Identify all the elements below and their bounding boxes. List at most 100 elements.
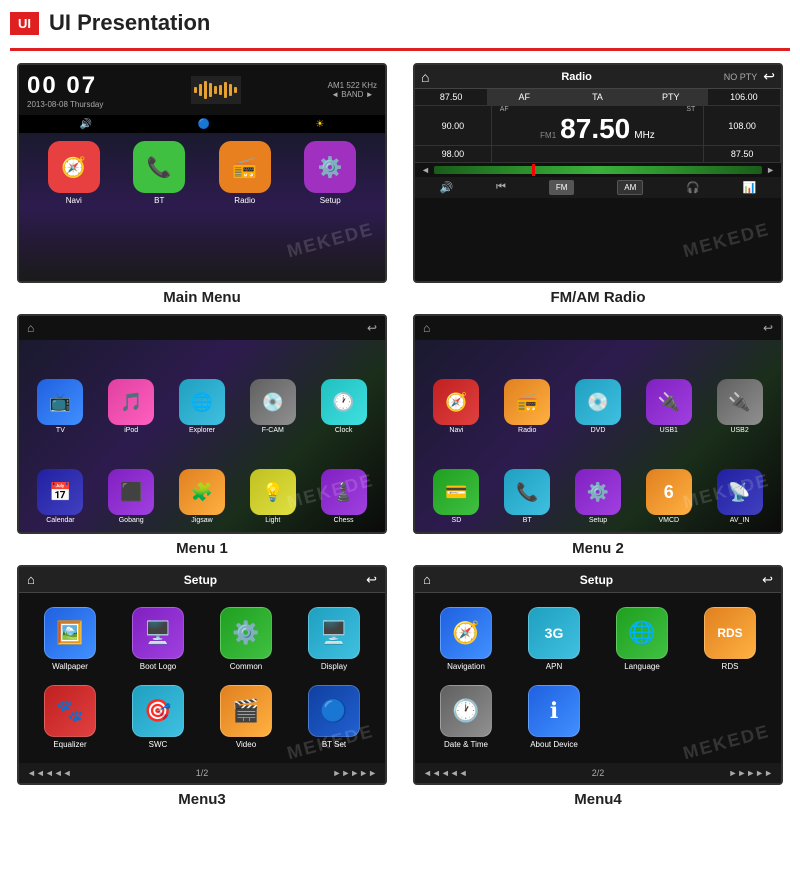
setup3-swc[interactable]: 🎯 SWC [117,681,199,753]
setup3-video[interactable]: 🎬 Video [205,681,287,753]
mm-icons-row: 🔊 🔵 ☀ [19,115,385,133]
menu2-screen[interactable]: ⌂ ↩ 🧭 Navi 📻 Radio 💿 DVD [413,314,783,534]
menu1-app-fcam[interactable]: 💿 F-CAM [239,348,306,434]
menu2-app-dvd[interactable]: 💿 DVD [565,348,632,434]
setup4-empty1 [601,681,683,753]
setup3-bootlogo[interactable]: 🖥️ Boot Logo [117,603,199,675]
freq-98-cell: 98.00 [415,146,492,162]
mm-topbar: 00 07 2013-08-08 Thursday [19,65,385,115]
setup3-back-icon[interactable]: ↩ [366,572,377,588]
main-freq-area: AF ST FM1 87.50 MHz [492,106,705,145]
slider-right-arrow[interactable]: ► [766,165,775,175]
radio-label: Radio [234,196,255,205]
setup4-aboutdevice[interactable]: ℹ About Device [513,681,595,753]
usb1-label-m2: USB1 [660,427,678,434]
menu1-app-chess[interactable]: ♟️ Chess [310,438,377,524]
usb1-icon-m2: 🔌 [646,379,692,425]
menu4-caption: Menu4 [574,791,622,808]
menu2-app-sd[interactable]: 💳 SD [423,438,490,524]
setup3-next-arrows[interactable]: ►►►►► [332,768,377,778]
btset-icon: 🔵 [308,685,360,737]
menu2-app-setup[interactable]: ⚙️ Setup [565,438,632,524]
back-icon[interactable]: ↩ [763,68,775,85]
menu1-back-icon[interactable]: ↩ [367,321,377,335]
main-menu-caption: Main Menu [163,289,241,306]
slider-left-arrow[interactable]: ◄ [421,165,430,175]
mm-app-setup[interactable]: ⚙️ Setup [304,141,356,205]
setup3-equalizer[interactable]: 🐾 Equalizer [29,681,111,753]
setup3-display[interactable]: 🖥️ Display [293,603,375,675]
swc-label: SWC [149,740,168,749]
setup3-footer: ◄◄◄◄◄ 1/2 ►►►►► [19,763,385,783]
radio-label-m2: Radio [518,427,536,434]
menu1-app-gobang[interactable]: ⬛ Gobang [98,438,165,524]
mm-vol-icon: 🔊 [80,119,92,130]
headphone-icon[interactable]: 🎧 [686,181,700,194]
wallpaper-label: Wallpaper [52,662,88,671]
setup4-next-arrows[interactable]: ►►►►► [728,768,773,778]
home-icon[interactable]: ⌂ [421,69,429,85]
mm-bt-icon: 🔵 [198,119,210,130]
setup4-page: 2/2 [592,768,605,778]
mm-app-radio[interactable]: 📻 Radio [219,141,271,205]
menu2-home-icon[interactable]: ⌂ [423,321,430,335]
menu2-app-usb1[interactable]: 🔌 USB1 [635,348,702,434]
setup4-language[interactable]: 🌐 Language [601,603,683,675]
mm-app-navi[interactable]: 🧭 Navi [48,141,100,205]
menu1-screen[interactable]: ⌂ ↩ 📺 TV 🎵 iPod 🌐 Explorer [17,314,387,534]
menu2-app-usb2[interactable]: 🔌 USB2 [706,348,773,434]
common-label: Common [230,662,262,671]
wallpaper-icon: 🖼️ [44,607,96,659]
light-label: Light [265,517,280,524]
freq-87-cell[interactable]: 87.50 [415,89,488,105]
mm-app-bt[interactable]: 📞 BT [133,141,185,205]
setup3-prev-arrows[interactable]: ◄◄◄◄◄ [27,768,72,778]
menu2-app-vmcd[interactable]: 6 VMCD [635,438,702,524]
setup-label: Setup [320,196,341,205]
fm-btn[interactable]: FM [549,180,575,195]
setup-icon-box: ⚙️ [304,141,356,193]
setup4-apn[interactable]: 3G APN [513,603,595,675]
main-menu-screen[interactable]: 00 07 2013-08-08 Thursday [17,63,387,283]
ta-btn[interactable]: TA [561,89,634,105]
menu1-app-ipod[interactable]: 🎵 iPod [98,348,165,434]
sd-icon-m2: 💳 [433,469,479,515]
menu1-app-light[interactable]: 💡 Light [239,438,306,524]
setup4-home-icon[interactable]: ⌂ [423,572,431,587]
setup4-rds[interactable]: RDS RDS [689,603,771,675]
af-btn[interactable]: AF [488,89,561,105]
setup3-home-icon[interactable]: ⌂ [27,572,35,587]
menu1-app-clock[interactable]: 🕐 Clock [310,348,377,434]
prev-icon-radio[interactable]: ⏮ [496,181,506,194]
eq-icon[interactable]: 📊 [743,181,757,194]
setup4-prev-arrows[interactable]: ◄◄◄◄◄ [423,768,468,778]
ipod-icon: 🎵 [108,379,154,425]
menu3-screen[interactable]: ⌂ Setup ↩ 🖼️ Wallpaper 🖥️ Boot Logo ⚙️ [17,565,387,785]
menu1-app-jigsaw[interactable]: 🧩 Jigsaw [169,438,236,524]
menu2-app-radio[interactable]: 📻 Radio [494,348,561,434]
am-btn[interactable]: AM [617,180,643,195]
menu2-app-avin[interactable]: 📡 AV_IN [706,438,773,524]
radio-title: Radio [561,71,592,83]
setup3-wallpaper[interactable]: 🖼️ Wallpaper [29,603,111,675]
setup3-page: 1/2 [196,768,209,778]
menu1-app-tv[interactable]: 📺 TV [27,348,94,434]
setup4-back-icon[interactable]: ↩ [762,572,773,588]
menu1-app-calendar[interactable]: 📅 Calendar [27,438,94,524]
mm-apps: 🧭 Navi 📞 BT 📻 Radio ⚙️ Setup [19,133,385,281]
menu4-screen[interactable]: ⌂ Setup ↩ 🧭 Navigation 3G APN 🌐 L [413,565,783,785]
menu2-back-icon[interactable]: ↩ [763,321,773,335]
radio-screen[interactable]: ⌂ Radio NO PTY ↩ 87.50 AF TA PTY 106.00 [413,63,783,283]
setup3-common[interactable]: ⚙️ Common [205,603,287,675]
menu2-app-navi[interactable]: 🧭 Navi [423,348,490,434]
btset-label: BT Set [322,740,346,749]
menu1-app-explorer[interactable]: 🌐 Explorer [169,348,236,434]
menu2-app-bt[interactable]: 📞 BT [494,438,561,524]
setup3-btset[interactable]: 🔵 BT Set [293,681,375,753]
setup4-navigation[interactable]: 🧭 Navigation [425,603,507,675]
radio-slider-track[interactable] [434,166,762,174]
menu1-home-icon[interactable]: ⌂ [27,321,34,335]
pty-btn[interactable]: PTY [635,89,708,105]
vol-icon-radio[interactable]: 🔊 [439,181,453,194]
setup4-datetime[interactable]: 🕐 Date & Time [425,681,507,753]
